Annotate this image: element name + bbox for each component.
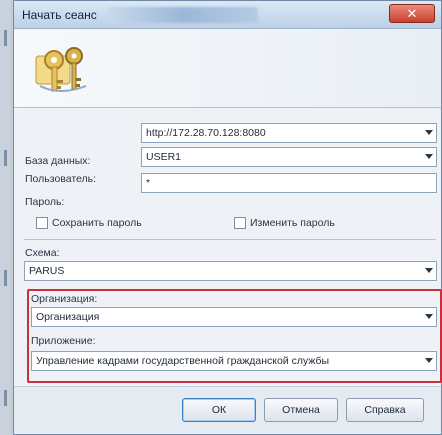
- password-input[interactable]: *: [141, 173, 437, 193]
- save-password-label: Сохранить пароль: [52, 217, 142, 229]
- user-value: USER1: [146, 151, 182, 163]
- change-password-label: Изменить пароль: [250, 217, 335, 229]
- user-label: Пользователь:: [25, 173, 97, 185]
- schema-value: PARUS: [29, 265, 65, 277]
- application-label: Приложение:: [31, 335, 96, 347]
- help-button[interactable]: Справка: [346, 398, 424, 422]
- dialog-banner: [14, 30, 441, 108]
- edge-marker: [4, 390, 7, 406]
- close-button[interactable]: ✕: [389, 4, 435, 23]
- database-select[interactable]: http://172.28.70.128:8080: [141, 123, 437, 143]
- window-title: Начать сеанс: [22, 8, 97, 22]
- cancel-button[interactable]: Отмена: [264, 398, 338, 422]
- title-blurred-area: [108, 7, 258, 23]
- login-dialog: Начать сеанс ✕ База данных: http://172.2…: [13, 0, 442, 435]
- background-window-edge: [0, 0, 12, 435]
- password-value: *: [146, 177, 151, 189]
- chevron-down-icon[interactable]: [425, 268, 433, 273]
- chevron-down-icon[interactable]: [425, 154, 433, 159]
- change-password-checkbox[interactable]: [234, 217, 246, 229]
- chevron-down-icon[interactable]: [425, 314, 433, 319]
- save-password-checkbox[interactable]: [36, 217, 48, 229]
- organization-value: Организация: [36, 311, 100, 323]
- database-label: База данных:: [25, 155, 91, 167]
- chevron-down-icon[interactable]: [425, 358, 433, 363]
- application-select[interactable]: Управление кадрами государственной гражд…: [31, 351, 437, 371]
- organization-select[interactable]: Организация: [31, 307, 437, 327]
- edge-marker: [4, 270, 7, 286]
- divider: [24, 239, 436, 240]
- organization-label: Организация:: [31, 293, 98, 305]
- schema-select[interactable]: PARUS: [24, 261, 437, 281]
- password-label: Пароль:: [25, 196, 65, 208]
- keys-icon: [35, 47, 87, 92]
- edge-marker: [4, 30, 7, 46]
- edge-marker: [4, 150, 7, 166]
- chevron-down-icon[interactable]: [425, 130, 433, 135]
- user-select[interactable]: USER1: [141, 147, 437, 167]
- application-value: Управление кадрами государственной гражд…: [36, 355, 330, 367]
- close-icon: ✕: [406, 6, 418, 21]
- title-bar[interactable]: Начать сеанс ✕: [14, 1, 441, 29]
- database-value: http://172.28.70.128:8080: [146, 127, 266, 139]
- schema-label: Схема:: [25, 247, 60, 259]
- ok-button[interactable]: ОК: [182, 398, 256, 422]
